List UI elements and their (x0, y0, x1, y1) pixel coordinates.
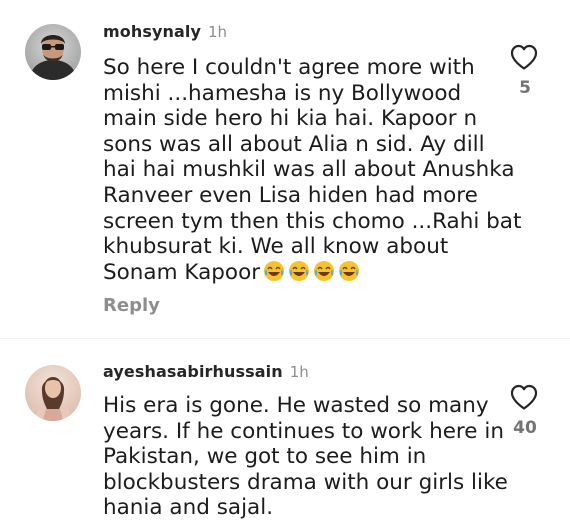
comment-text-line: His era is gone. He wasted so many (103, 393, 489, 418)
comment-text-line: So here I couldn't agree more with (103, 55, 475, 80)
comment-text-line: Pakistan, we got to see him in (103, 444, 427, 470)
avatar-woman-pink-icon (25, 365, 81, 421)
face-with-tears-of-joy-icon (314, 260, 335, 281)
comment-text-line: main side hero hi kia hai. Kapoor n (103, 106, 478, 132)
like-button[interactable] (509, 383, 539, 411)
comment-text-line: screen tym then this chomo ...Rahi bat (103, 208, 522, 234)
comment-header: mohsynaly 1h (103, 22, 227, 42)
comment-text: So here I couldn't agree more with mishi… (103, 55, 522, 286)
face-with-tears-of-joy-icon (339, 260, 360, 281)
avatar[interactable] (25, 24, 81, 80)
comment-text: His era is gone. He wasted so many years… (103, 393, 508, 521)
like-button[interactable] (509, 43, 539, 71)
comment-text-line: years. If he continues to work here in (103, 418, 504, 444)
comment-text-line: khubsurat ki. We all know about (103, 234, 449, 260)
comment-text-line-last: Sonam Kapoor (103, 260, 498, 286)
divider (0, 338, 570, 339)
heart-icon (510, 44, 538, 70)
comment-item: ayeshasabirhussain 1h His era is gone. He… (0, 345, 570, 525)
username[interactable]: mohsynaly (103, 22, 201, 41)
username[interactable]: ayeshasabirhussain (103, 362, 283, 381)
timestamp[interactable]: 1h (290, 363, 309, 381)
comment-item: mohsynaly 1h So here I couldn't agree mor… (0, 0, 570, 330)
comment-text-line: Ranveer even Lisa hiden had more (103, 182, 478, 208)
like-count[interactable]: 40 (495, 418, 555, 438)
heart-icon (510, 384, 538, 410)
reply-button[interactable]: Reply (103, 295, 160, 316)
timestamp[interactable]: 1h (208, 23, 227, 41)
avatar[interactable] (25, 365, 81, 421)
comment-text-line: hania and sajal. (103, 495, 274, 521)
avatar-man-sunglasses-icon (25, 24, 81, 80)
comment-text-line: sons was all about Alia n sid. Ay dill (103, 131, 485, 157)
comment-text-line: blockbusters drama with our girls like (103, 469, 508, 495)
face-with-tears-of-joy-icon (289, 260, 310, 281)
comment-header: ayeshasabirhussain 1h (103, 362, 309, 382)
face-with-tears-of-joy-icon (264, 260, 285, 281)
comment-text-line: hai hai mushkil was all about Anushka (103, 157, 515, 183)
like-count[interactable]: 5 (495, 78, 555, 98)
comment-text-line: mishi ...hamesha is ny Bollywood (103, 80, 462, 106)
comment-text-fragment: Sonam Kapoor (103, 259, 261, 285)
